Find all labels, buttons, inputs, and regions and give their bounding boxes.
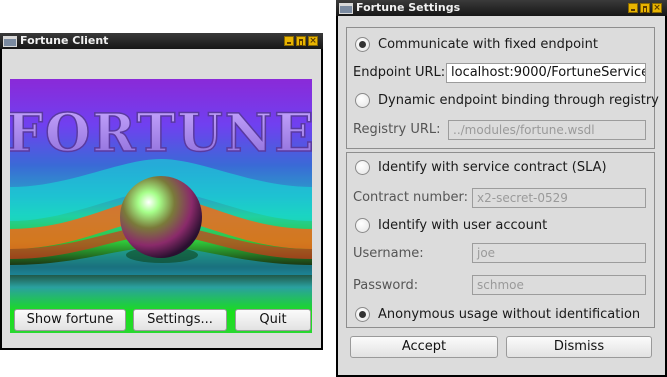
anonymous-label[interactable]: Anonymous usage without identification [378, 307, 640, 323]
client-titlebar[interactable]: Fortune Client × [0, 33, 323, 49]
fortune-artwork: FORTUNE © [10, 79, 312, 333]
endpoint-url-field[interactable]: localhost:9000/FortuneService [446, 63, 646, 83]
contract-number-label: Contract number: [353, 190, 468, 205]
fortune-art-svg: FORTUNE © [10, 102, 312, 331]
sla-radio[interactable] [355, 160, 370, 175]
window-menu-icon[interactable] [339, 3, 353, 14]
crystal-ball-icon [120, 176, 202, 258]
dynamic-endpoint-label[interactable]: Dynamic endpoint binding through registr… [378, 93, 659, 109]
minimize-icon[interactable] [628, 3, 638, 13]
fixed-endpoint-label[interactable]: Communicate with fixed endpoint [378, 37, 598, 53]
contract-number-field[interactable]: x2-secret-0529 [472, 188, 646, 208]
close-icon[interactable]: × [652, 3, 662, 13]
password-label: Password: [353, 278, 419, 293]
window-menu-icon[interactable] [3, 36, 17, 47]
user-account-radio[interactable] [355, 218, 370, 233]
client-window-title: Fortune Client [20, 34, 109, 47]
registry-url-label: Registry URL: [353, 122, 441, 137]
maximize-icon[interactable] [640, 3, 650, 13]
password-field[interactable]: schmoe [472, 275, 646, 295]
fixed-endpoint-radio[interactable] [355, 37, 370, 52]
anonymous-radio[interactable] [355, 307, 370, 322]
username-field[interactable]: joe [472, 243, 646, 263]
quit-button[interactable]: Quit [235, 309, 311, 331]
minimize-icon[interactable] [284, 36, 294, 46]
settings-window-title: Fortune Settings [356, 1, 461, 14]
username-label: Username: [353, 246, 424, 261]
maximize-icon[interactable] [296, 36, 306, 46]
registry-url-field[interactable]: ../modules/fortune.wsdl [448, 120, 646, 140]
show-fortune-button[interactable]: Show fortune [14, 309, 126, 331]
dismiss-button[interactable]: Dismiss [506, 336, 652, 358]
sla-label[interactable]: Identify with service contract (SLA) [378, 160, 607, 176]
accept-button[interactable]: Accept [350, 336, 498, 358]
close-icon[interactable]: × [308, 36, 318, 46]
endpoint-url-label: Endpoint URL: [353, 65, 446, 80]
settings-button[interactable]: Settings... [133, 309, 227, 331]
user-account-label[interactable]: Identify with user account [378, 218, 547, 234]
settings-titlebar[interactable]: Fortune Settings × [336, 0, 667, 16]
fortune-art-title: FORTUNE [10, 103, 312, 164]
identity-group [346, 152, 655, 328]
dynamic-endpoint-radio[interactable] [355, 93, 370, 108]
fortune-settings-window: Fortune Settings × Communicate with fixe… [336, 0, 667, 377]
fortune-client-window: Fortune Client × FORTUNE Show fortune Se… [0, 33, 323, 350]
